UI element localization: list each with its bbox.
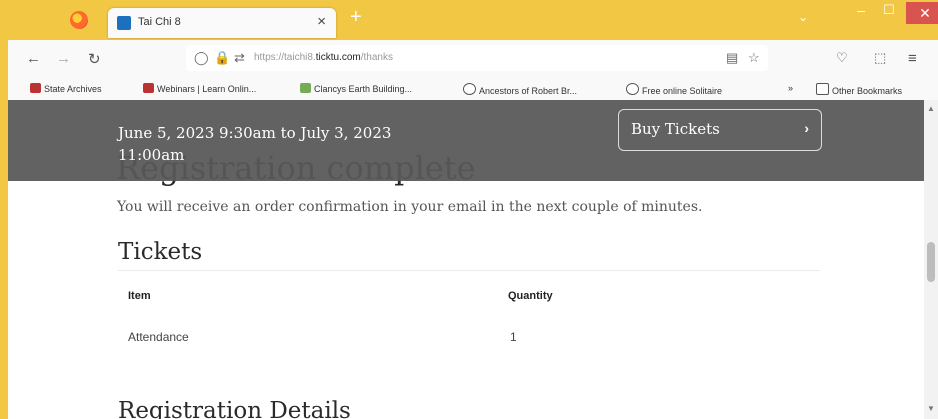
tab-bar: Tai Chi 8 × + ⌄ – ☐ ✕ [8,0,938,40]
buy-tickets-label: Buy Tickets [631,120,720,138]
globe-icon [463,83,476,95]
close-window-button[interactable]: ✕ [906,2,938,24]
lock-icon[interactable]: 🔒 [214,50,230,66]
chevron-right-icon: › [804,120,809,136]
reload-icon[interactable]: ↻ [88,50,101,68]
divider [118,270,820,271]
page-content: Registration complete June 5, 2023 9:30a… [8,100,924,419]
bookmarks-toolbar: State Archives Webinars | Learn Onlin...… [8,78,938,101]
bookmark-star-icon[interactable]: ☆ [748,50,760,66]
menu-icon[interactable]: ≡ [908,50,917,67]
back-icon[interactable]: ← [26,50,41,67]
tab-title: Tai Chi 8 [138,16,181,28]
bookmarks-overflow-icon[interactable]: » [788,83,793,93]
navigation-toolbar: ← → ↻ ◯ 🔒 ⇄ https://taichi8.ticktu.com/t… [8,40,938,79]
url-text[interactable]: https://taichi8.ticktu.com/thanks [254,52,393,63]
new-tab-icon[interactable]: + [350,6,362,29]
forward-icon[interactable]: → [56,50,71,67]
vertical-scrollbar[interactable]: ▲ ▼ [924,100,938,419]
reader-view-icon[interactable]: ▤ [726,50,738,66]
url-bar[interactable]: ◯ 🔒 ⇄ https://taichi8.ticktu.com/thanks … [186,45,768,71]
event-dates: June 5, 2023 9:30am to July 3, 2023 11:0… [118,124,392,164]
pocket-icon[interactable]: ♡ [836,50,848,66]
event-header-bar: June 5, 2023 9:30am to July 3, 2023 11:0… [8,100,924,181]
bookmark-site-icon [300,83,311,93]
bookmark-item[interactable]: State Archives [30,83,102,94]
shield-icon[interactable]: ◯ [194,50,209,66]
bookmark-item[interactable]: Clancys Earth Building... [300,83,412,94]
tickets-heading: Tickets [118,239,203,265]
ticket-quantity-cell: 1 [510,330,517,344]
firefox-icon[interactable] [70,11,88,29]
tab-close-icon[interactable]: × [317,13,326,30]
confirmation-message: You will receive an order confirmation i… [117,199,703,215]
scroll-up-icon[interactable]: ▲ [927,104,935,113]
tab-active[interactable]: Tai Chi 8 × [108,8,336,38]
bookmark-folder-icon [30,83,41,93]
folder-icon [816,83,829,95]
other-bookmarks[interactable]: Other Bookmarks [816,83,902,96]
bookmark-item[interactable]: Webinars | Learn Onlin... [143,83,256,94]
scrollbar-thumb[interactable] [927,242,935,282]
globe-icon [626,83,639,95]
column-header-item: Item [128,290,151,302]
extensions-icon[interactable]: ⬚ [874,50,886,66]
minimize-button[interactable]: – [848,2,874,24]
column-header-quantity: Quantity [508,290,553,302]
bookmark-item[interactable]: Free online Solitaire [626,83,722,96]
tab-favicon-icon [117,16,131,30]
bookmark-folder-icon [143,83,154,93]
ticket-item-cell: Attendance [128,330,189,344]
bookmark-item[interactable]: Ancestors of Robert Br... [463,83,577,96]
buy-tickets-button[interactable]: Buy Tickets › [618,109,822,151]
scroll-down-icon[interactable]: ▼ [927,404,935,413]
registration-details-heading: Registration Details [118,398,351,419]
maximize-button[interactable]: ☐ [876,2,902,24]
tab-list-icon[interactable]: ⌄ [798,10,808,24]
permissions-icon[interactable]: ⇄ [234,50,245,66]
